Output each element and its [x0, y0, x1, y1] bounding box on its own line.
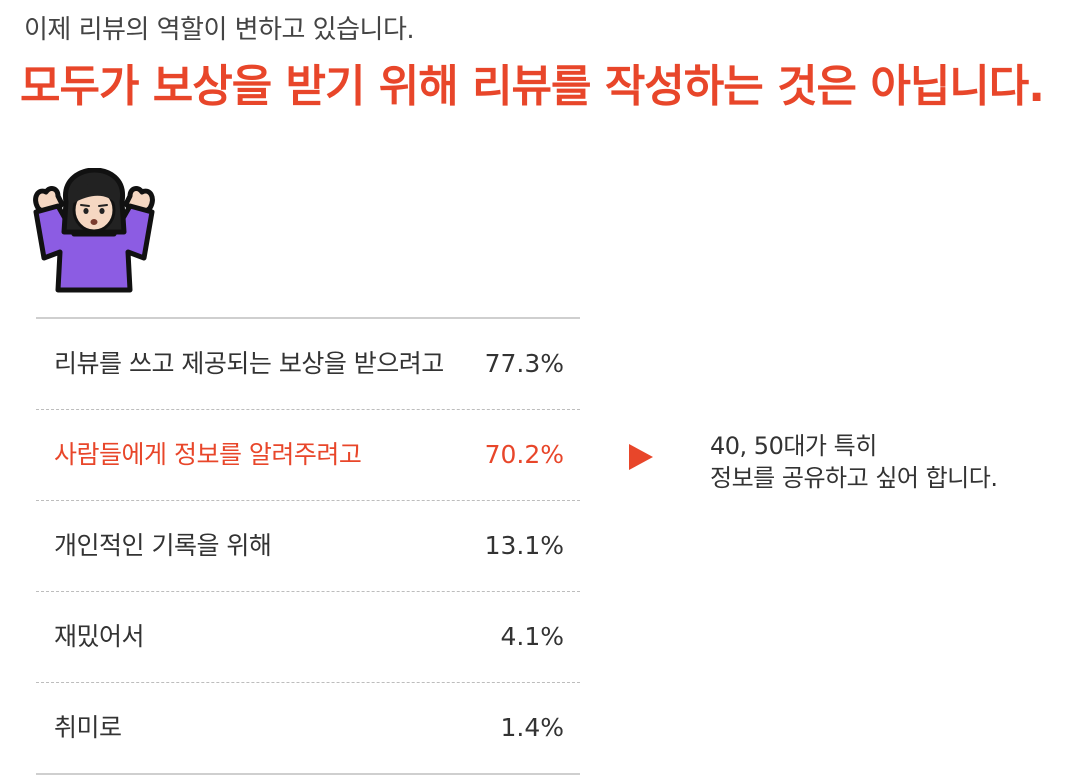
- row-label: 개인적인 기록을 위해: [54, 531, 272, 560]
- row-label: 취미로: [54, 713, 122, 742]
- row-value: 77.3%: [484, 349, 564, 378]
- person-shrugging-emoji-icon: [33, 168, 155, 293]
- callout-line-2: 정보를 공유하고 싶어 합니다.: [710, 464, 998, 492]
- subtitle: 이제 리뷰의 역할이 변하고 있습니다.: [24, 15, 415, 45]
- table-row-highlighted: 사람들에게 정보를 알려주려고 70.2%: [36, 410, 580, 501]
- callout-line-1: 40, 50대가 특히: [710, 432, 877, 460]
- table-row: 개인적인 기록을 위해 13.1%: [36, 501, 580, 592]
- triangle-arrow-icon: [629, 444, 653, 470]
- row-value: 1.4%: [500, 713, 564, 742]
- row-value: 4.1%: [500, 622, 564, 651]
- table-row: 리뷰를 쓰고 제공되는 보상을 받으려고 77.3%: [36, 319, 580, 410]
- headline: 모두가 보상을 받기 위해 리뷰를 작성하는 것은 아닙니다.: [20, 61, 1045, 112]
- table-row: 재밌어서 4.1%: [36, 592, 580, 683]
- row-label: 리뷰를 쓰고 제공되는 보상을 받으려고: [54, 349, 444, 378]
- table-row: 취미로 1.4%: [36, 683, 580, 773]
- callout-note: 40, 50대가 특히 정보를 공유하고 싶어 합니다.: [710, 430, 998, 494]
- row-label: 사람들에게 정보를 알려주려고: [54, 440, 362, 469]
- row-value: 70.2%: [484, 440, 564, 469]
- row-value: 13.1%: [484, 531, 564, 560]
- survey-results-table: 리뷰를 쓰고 제공되는 보상을 받으려고 77.3% 사람들에게 정보를 알려주…: [36, 317, 580, 775]
- row-label: 재밌어서: [54, 622, 145, 651]
